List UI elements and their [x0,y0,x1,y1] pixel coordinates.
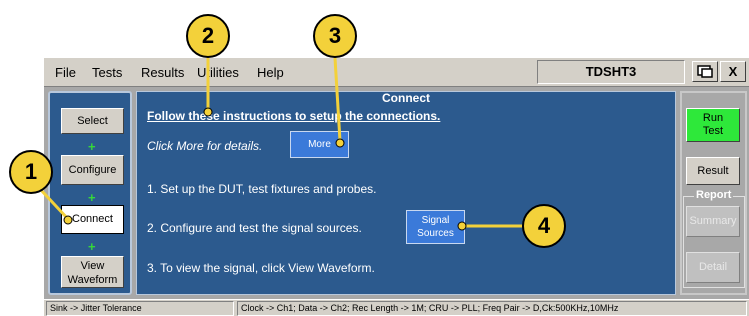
callout-leader-lines [39,57,522,231]
callout-4: 4 [522,204,566,248]
callout-3: 3 [313,14,357,58]
callout-2: 2 [186,14,230,58]
callout-1: 1 [9,150,53,194]
